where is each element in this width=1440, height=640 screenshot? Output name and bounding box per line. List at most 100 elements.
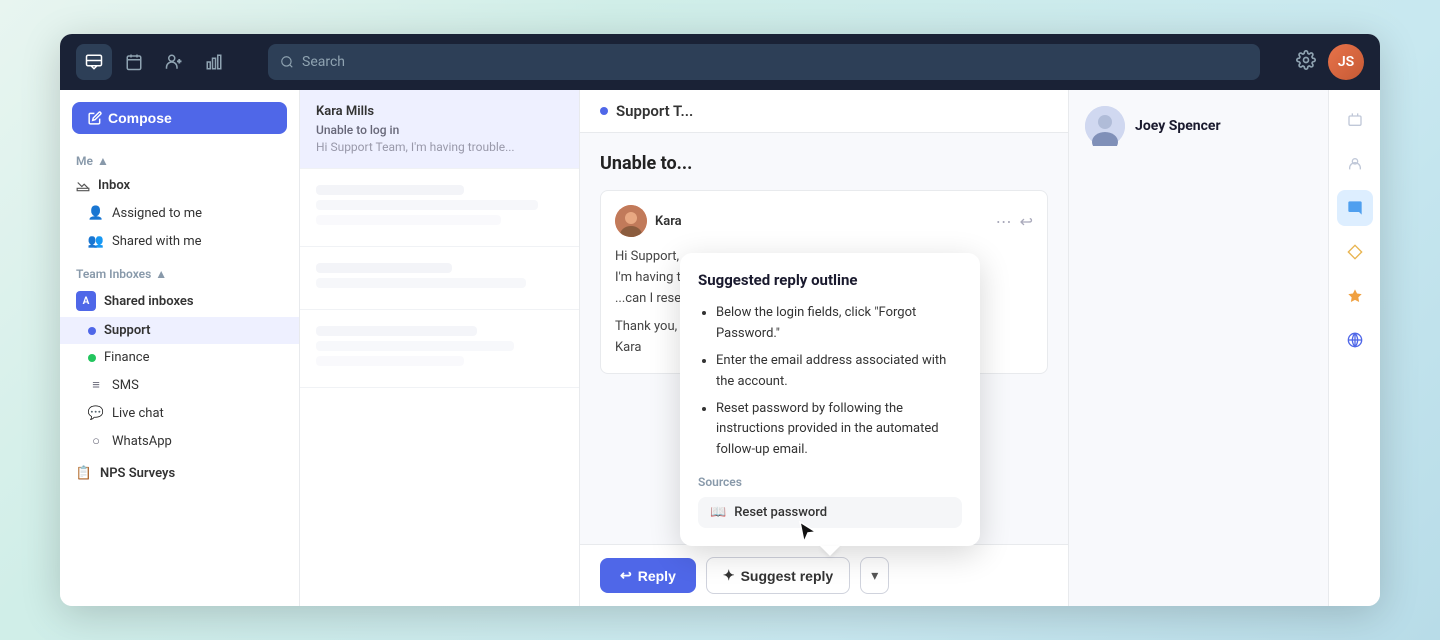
placeholder-bar	[316, 326, 477, 336]
customer-header: Joey Spencer	[1085, 106, 1312, 146]
reply-btn-label: Reply	[638, 568, 676, 584]
right-sidebar-user-icon[interactable]	[1337, 102, 1373, 138]
sms-label: SMS	[112, 378, 139, 393]
sidebar-item-whatsapp[interactable]: ○ WhatsApp	[60, 427, 299, 455]
finance-label: Finance	[104, 350, 149, 365]
compose-icon	[88, 111, 102, 125]
conversation-list: Kara Mills Unable to log in Hi Support T…	[300, 90, 580, 606]
conv-sender: Kara Mills	[316, 104, 374, 119]
message-actions: ⋯ ↩	[996, 212, 1033, 231]
popup-card: Suggested reply outline Below the login …	[680, 253, 980, 546]
customer-avatar	[1085, 106, 1125, 146]
inbox-icon	[76, 179, 90, 193]
me-chevron: ▲	[97, 154, 109, 168]
suggest-reply-button[interactable]: ✦ Suggest reply	[706, 557, 850, 594]
main-content: Compose Me ▲ Inbox 👤 Assigned to me 👥 Sh…	[60, 90, 1380, 606]
sms-icon: ≡	[88, 377, 104, 393]
chat-header-title: Support T...	[616, 102, 693, 120]
whatsapp-icon: ○	[88, 433, 104, 449]
suggested-reply-popup: Suggested reply outline Below the login …	[680, 253, 980, 546]
live-chat-icon: 💬	[88, 405, 104, 421]
team-inboxes-label: Team Inboxes	[76, 267, 151, 281]
popup-list: Below the login fields, click "Forgot Pa…	[698, 303, 962, 461]
chat-header: Support T...	[580, 90, 1068, 133]
reply-icon[interactable]: ↩	[1020, 212, 1033, 231]
search-bar[interactable]: Search	[268, 44, 1260, 80]
conv-item-placeholder-3[interactable]	[300, 310, 579, 388]
source-item-label: Reset password	[734, 505, 827, 520]
placeholder-bar	[316, 215, 501, 225]
conv-item-placeholder-2[interactable]	[300, 247, 579, 310]
shared-icon: 👥	[88, 233, 104, 249]
inbox-label: Inbox	[98, 178, 130, 193]
message-sender-name: Kara	[655, 214, 682, 229]
team-inboxes-section[interactable]: Team Inboxes ▲	[60, 255, 299, 285]
customer-panel: Joey Spencer	[1068, 90, 1328, 606]
compose-button[interactable]: Compose	[72, 102, 287, 134]
placeholder-bar	[316, 185, 464, 195]
sidebar-item-shared-with-me[interactable]: 👥 Shared with me	[60, 227, 299, 255]
source-book-icon: 📖	[710, 505, 726, 520]
reply-arrow-icon: ↩	[620, 567, 632, 584]
chat-area: Support T... Unable to... Kara	[580, 90, 1068, 606]
placeholder-bar	[316, 263, 452, 273]
support-dot	[88, 327, 96, 335]
popup-source-item[interactable]: 📖 Reset password	[698, 497, 962, 528]
settings-icon[interactable]	[1296, 50, 1316, 75]
right-sidebar-chat-icon[interactable]	[1337, 190, 1373, 226]
placeholder-bar	[316, 341, 514, 351]
sidebar-item-live-chat[interactable]: 💬 Live chat	[60, 399, 299, 427]
compose-label: Compose	[108, 110, 172, 126]
shared-inboxes-icon: A	[76, 291, 96, 311]
support-label: Support	[104, 323, 151, 338]
right-sidebar-diamond-icon[interactable]	[1337, 234, 1373, 270]
reports-nav-icon[interactable]	[196, 44, 232, 80]
team-inboxes-chevron: ▲	[155, 267, 167, 281]
live-chat-label: Live chat	[112, 406, 164, 421]
popup-list-item-3: Reset password by following the instruct…	[716, 399, 962, 461]
nav-icon-group	[76, 44, 232, 80]
message-sender-row: Kara ⋯ ↩	[615, 205, 1033, 237]
sidebar-item-shared-inboxes[interactable]: A Shared inboxes	[60, 285, 299, 317]
sidebar-item-inbox[interactable]: Inbox	[60, 172, 299, 199]
more-options-icon[interactable]: ⋯	[996, 212, 1012, 231]
nav-right-area: JS	[1296, 44, 1364, 80]
conv-preview: Hi Support Team, I'm having trouble...	[316, 140, 563, 154]
popup-list-item-2: Enter the email address associated with …	[716, 351, 962, 393]
right-sidebar	[1328, 90, 1380, 606]
search-icon	[280, 55, 294, 69]
placeholder-bar	[316, 278, 526, 288]
me-label: Me	[76, 154, 93, 168]
calendar-nav-icon[interactable]	[116, 44, 152, 80]
chat-status-dot	[600, 107, 608, 115]
sidebar-item-finance[interactable]: Finance	[60, 344, 299, 371]
conv-item-placeholder-1[interactable]	[300, 169, 579, 247]
sidebar: Compose Me ▲ Inbox 👤 Assigned to me 👥 Sh…	[60, 90, 300, 606]
inbox-nav-icon[interactable]	[76, 44, 112, 80]
me-section[interactable]: Me ▲	[60, 150, 299, 172]
conversation-item[interactable]: Kara Mills Unable to log in Hi Support T…	[300, 90, 579, 169]
top-navigation: Search JS	[60, 34, 1380, 90]
sidebar-item-nps-surveys[interactable]: 📋 NPS Surveys	[60, 455, 299, 487]
conv-item-header: Kara Mills	[316, 104, 563, 119]
popup-list-item-1: Below the login fields, click "Forgot Pa…	[716, 303, 962, 345]
conv-subject: Unable to log in	[316, 123, 563, 137]
suggest-reply-label: Suggest reply	[741, 568, 834, 584]
avatar-image	[615, 205, 647, 237]
shared-with-me-label: Shared with me	[112, 234, 202, 249]
reply-button[interactable]: ↩ Reply	[600, 558, 696, 593]
right-sidebar-star-icon[interactable]	[1337, 278, 1373, 314]
message-avatar	[615, 205, 647, 237]
sidebar-item-sms[interactable]: ≡ SMS	[60, 371, 299, 399]
user-avatar[interactable]: JS	[1328, 44, 1364, 80]
popup-title: Suggested reply outline	[698, 271, 962, 289]
reply-dropdown-button[interactable]: ▾	[860, 557, 889, 594]
right-sidebar-grid-icon[interactable]	[1337, 322, 1373, 358]
right-sidebar-person-icon[interactable]	[1337, 146, 1373, 182]
sidebar-item-support[interactable]: Support	[60, 317, 299, 344]
sidebar-item-assigned-to-me[interactable]: 👤 Assigned to me	[60, 199, 299, 227]
popup-arrow	[820, 546, 840, 556]
contacts-nav-icon[interactable]	[156, 44, 192, 80]
sparkle-icon: ✦	[723, 567, 735, 584]
customer-avatar-image	[1085, 106, 1125, 146]
